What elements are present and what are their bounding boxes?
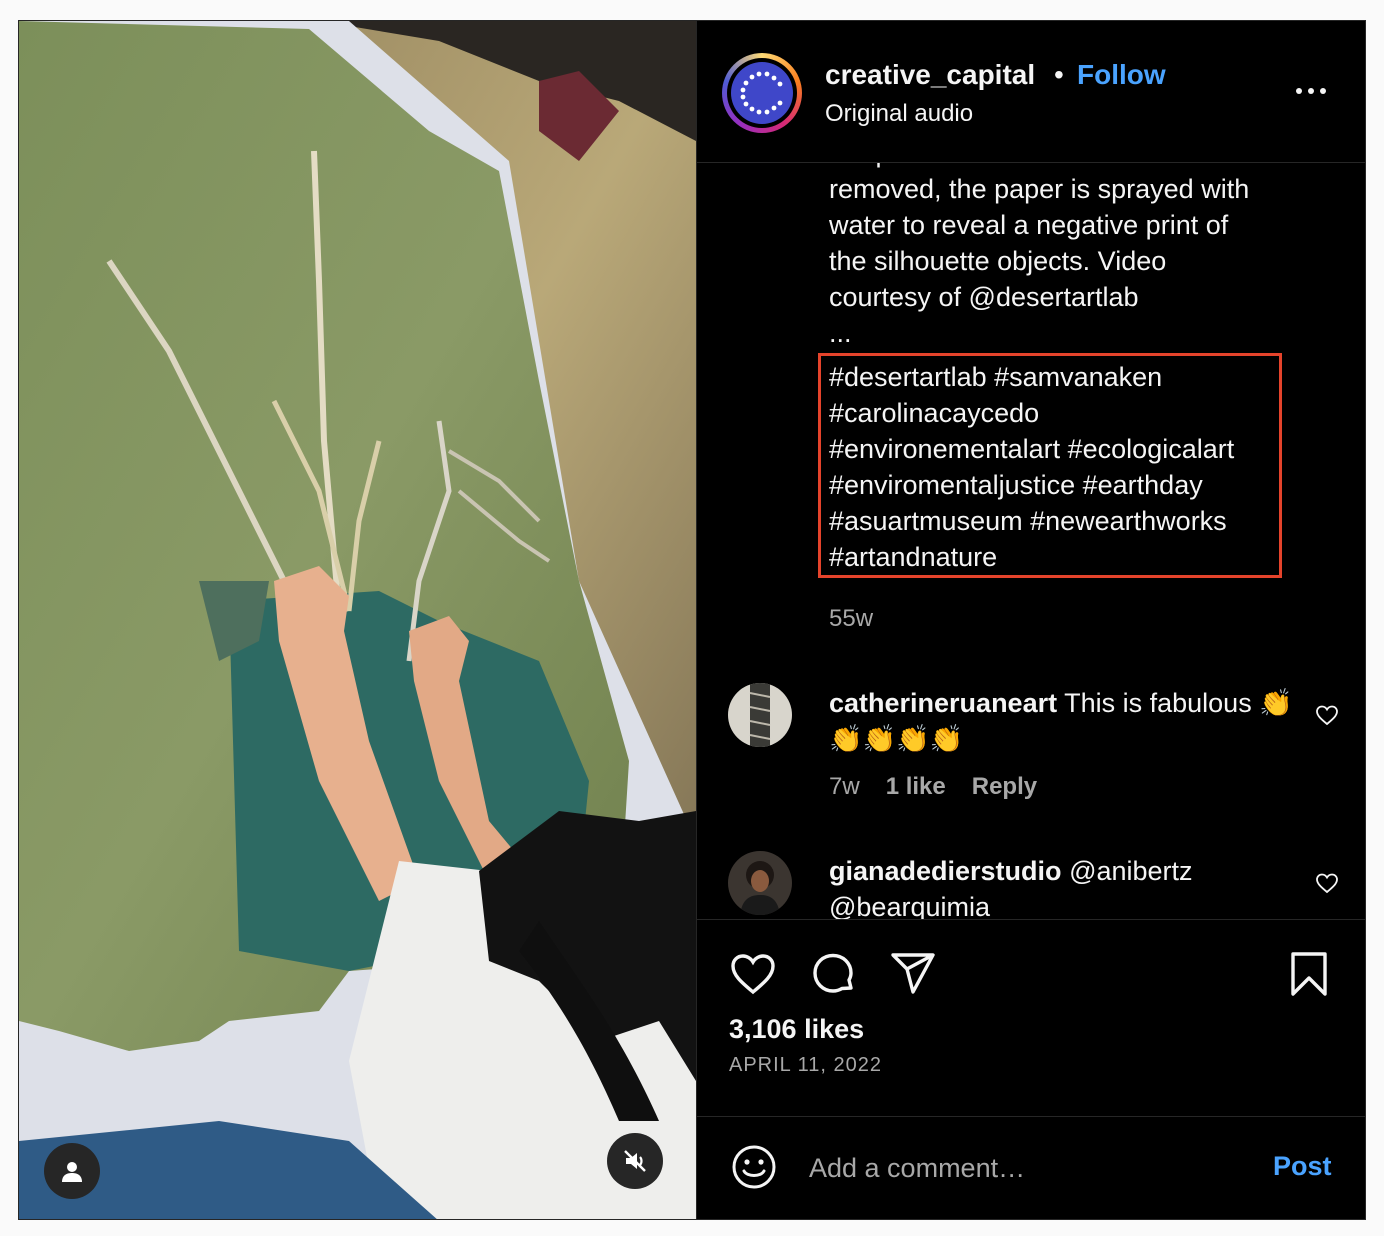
tagged-users-button[interactable] — [44, 1143, 100, 1199]
save-bookmark-icon[interactable] — [1285, 950, 1333, 998]
avatar-image — [728, 683, 792, 747]
hashtag-line[interactable]: #asuartmuseum #newearthworks — [829, 503, 1289, 539]
video-player[interactable] — [19, 21, 696, 1219]
hashtag-line[interactable]: #desertartlab #samvanaken — [829, 359, 1289, 395]
dotted-c-logo-icon — [740, 71, 783, 115]
commenter-avatar[interactable] — [728, 683, 792, 747]
reply-button[interactable]: Reply — [972, 773, 1037, 801]
post-header: creative_capital • Follow Original audio — [697, 21, 1365, 163]
like-heart-icon[interactable] — [729, 950, 777, 998]
caption-line: water to reveal a negative print of — [829, 210, 1229, 240]
hashtag-line[interactable]: #carolinacaycedo — [829, 395, 1289, 431]
post-caption: are placed over them. When removed, the … — [829, 163, 1299, 351]
comment-bubble-icon[interactable] — [809, 950, 857, 998]
post-side-panel: creative_capital • Follow Original audio… — [696, 21, 1365, 1219]
follow-button[interactable]: Follow — [1077, 59, 1166, 91]
hashtag-line[interactable]: #enviromentaljustice #earthday — [829, 467, 1289, 503]
comment-timestamp[interactable]: 7w — [829, 773, 860, 801]
emoji-smiley-icon[interactable] — [730, 1143, 778, 1191]
comment-likes-count[interactable]: 1 like — [886, 773, 946, 801]
person-icon — [62, 1162, 82, 1182]
comments-scroll-area[interactable]: are placed over them. When removed, the … — [697, 163, 1365, 919]
share-paper-plane-icon[interactable] — [889, 950, 937, 998]
caption-line: the silhouette objects. Video — [829, 246, 1167, 276]
comment-composer: Post — [697, 1117, 1365, 1219]
caption-timestamp[interactable]: 55w — [829, 605, 873, 633]
post-actions: 3,106 likes APRIL 11, 2022 — [697, 919, 1365, 1117]
caption-line: courtesy of @desertartlab — [829, 282, 1139, 312]
post-dialog: creative_capital • Follow Original audio… — [18, 20, 1366, 1220]
video-frame-image — [19, 21, 696, 1219]
header-separator: • — [1054, 59, 1064, 90]
speaker-muted-icon — [624, 1150, 646, 1172]
avatar-image — [728, 851, 792, 915]
caption-line: are placed over them. When — [829, 163, 1299, 171]
author-avatar[interactable] — [722, 53, 802, 133]
caption-line: removed, the paper is sprayed with — [829, 174, 1250, 204]
caption-line: ... — [829, 318, 852, 348]
audio-attribution[interactable]: Original audio — [825, 100, 973, 128]
post-comment-button[interactable]: Post — [1273, 1151, 1332, 1182]
commenter-username[interactable]: catherineruaneart — [829, 688, 1057, 718]
author-avatar-frame — [727, 58, 797, 128]
more-horizontal-icon — [1296, 88, 1302, 94]
comment-like-heart-icon[interactable] — [1315, 703, 1339, 727]
creative-capital-logo-icon — [731, 62, 793, 124]
comment-text: gianadedierstudio @anibertz @bearquimia — [829, 853, 1299, 919]
commenter-username[interactable]: gianadedierstudio — [829, 856, 1062, 886]
post-date: APRIL 11, 2022 — [729, 1054, 882, 1076]
author-username[interactable]: creative_capital — [825, 59, 1035, 91]
hashtag-line[interactable]: #artandnature — [829, 539, 1289, 575]
more-horizontal-icon-dot — [1320, 88, 1326, 94]
comment-meta: 7w 1 like Reply — [829, 773, 1037, 801]
comment-text: catherineruaneart This is fabulous 👏👏👏👏👏 — [829, 685, 1299, 757]
more-horizontal-icon-dot — [1308, 88, 1314, 94]
hashtag-line[interactable]: #environementalart #ecologicalart — [829, 431, 1289, 467]
add-comment-input[interactable] — [807, 1147, 1241, 1189]
commenter-avatar[interactable] — [728, 851, 792, 915]
likes-count[interactable]: 3,106 likes — [729, 1014, 864, 1045]
mute-toggle-button[interactable] — [607, 1133, 663, 1189]
more-options-button[interactable] — [1291, 77, 1331, 105]
comment-like-heart-icon[interactable] — [1315, 871, 1339, 895]
caption-hashtags: #desertartlab #samvanaken #carolinacayce… — [829, 359, 1289, 575]
